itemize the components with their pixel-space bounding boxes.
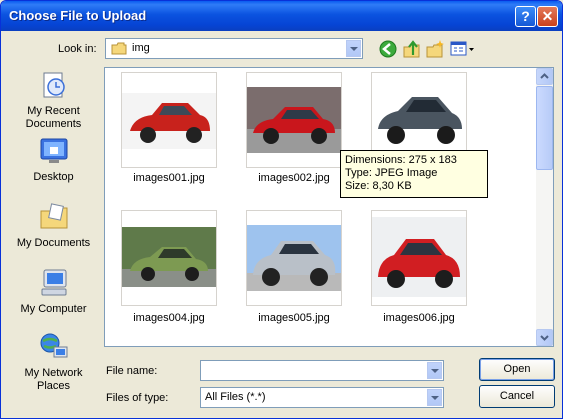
file-name[interactable]: images002.jpg <box>234 172 354 184</box>
place-label-desktop: Desktop <box>33 171 74 183</box>
file-name-dropdown-arrow-icon[interactable] <box>427 362 442 379</box>
window-title: Choose File to Upload <box>9 8 147 23</box>
tooltip-dimensions: Dimensions: 275 x 183 <box>345 154 457 166</box>
folder-icon <box>111 42 127 55</box>
my-computer-icon <box>41 269 66 296</box>
file-type-value: All Files (*.*) <box>205 391 266 403</box>
place-my-documents[interactable]: My Documents <box>9 201 98 250</box>
look-in-combo[interactable]: img <box>105 38 363 59</box>
look-in-dropdown-arrow-icon[interactable] <box>346 40 361 57</box>
file-name[interactable]: images005.jpg <box>234 312 354 324</box>
places-bar: My Recent Documents Desktop My Documents <box>9 65 98 405</box>
chevron-up-icon <box>540 73 549 79</box>
file-upload-dialog: Choose File to Upload ? ✕ Look in: img M… <box>0 0 563 419</box>
title-bar[interactable]: Choose File to Upload ? ✕ <box>1 1 562 31</box>
place-label-my-computer: My Computer <box>20 303 87 315</box>
network-places-icon <box>40 333 67 358</box>
file-info-tooltip: Dimensions: 275 x 183 Type: JPEG Image S… <box>340 150 488 198</box>
views-menu-icon[interactable] <box>449 39 475 59</box>
car-image <box>372 217 466 297</box>
open-button[interactable]: Open <box>479 358 555 381</box>
file-name[interactable]: images001.jpg <box>109 172 229 184</box>
up-folder-icon[interactable] <box>402 39 422 59</box>
chevron-down-icon <box>540 335 549 341</box>
place-label-recent: My Recent Documents <box>25 105 82 130</box>
car-image <box>122 93 216 149</box>
my-documents-icon <box>40 203 67 229</box>
cancel-button[interactable]: Cancel <box>479 385 555 408</box>
car-image <box>122 227 216 287</box>
help-button[interactable]: ? <box>515 6 536 27</box>
place-desktop[interactable]: Desktop <box>9 135 98 184</box>
place-label-network: My Network Places <box>24 367 83 392</box>
thumbnail-images006[interactable] <box>371 210 467 306</box>
car-image <box>247 225 341 291</box>
scroll-up-button[interactable] <box>536 68 553 85</box>
thumbnail-images002[interactable] <box>246 72 342 168</box>
thumbnail-images005[interactable] <box>246 210 342 306</box>
back-icon[interactable] <box>378 39 398 59</box>
look-in-label: Look in: <box>58 43 97 55</box>
scroll-thumb[interactable] <box>536 86 553 170</box>
tooltip-type: Type: JPEG Image <box>345 167 438 179</box>
look-in-value: img <box>132 42 150 54</box>
place-network-places[interactable]: My Network Places <box>9 331 98 393</box>
file-name[interactable]: images006.jpg <box>359 312 479 324</box>
place-my-computer[interactable]: My Computer <box>9 267 98 316</box>
place-recent-documents[interactable]: My Recent Documents <box>9 69 98 131</box>
file-type-dropdown-arrow-icon[interactable] <box>427 389 442 406</box>
car-image <box>247 87 341 153</box>
scroll-down-button[interactable] <box>536 329 553 346</box>
place-label-my-documents: My Documents <box>16 237 91 249</box>
close-button[interactable]: ✕ <box>537 6 558 27</box>
thumbnail-images001[interactable] <box>121 72 217 168</box>
file-list-pane[interactable]: images001.jpg images002.jpg images004.jp… <box>104 67 554 347</box>
file-name-label: File name: <box>106 365 158 377</box>
new-folder-icon[interactable] <box>425 39 445 59</box>
desktop-icon <box>40 138 67 163</box>
file-name-field[interactable] <box>200 360 444 381</box>
file-type-label: Files of type: <box>106 392 169 404</box>
tooltip-size: Size: 8,30 KB <box>345 180 412 192</box>
thumbnail-images004[interactable] <box>121 210 217 306</box>
vertical-scrollbar[interactable] <box>536 68 553 346</box>
file-type-select[interactable]: All Files (*.*) <box>200 387 444 408</box>
recent-documents-icon <box>43 72 65 98</box>
file-name[interactable]: images004.jpg <box>109 312 229 324</box>
